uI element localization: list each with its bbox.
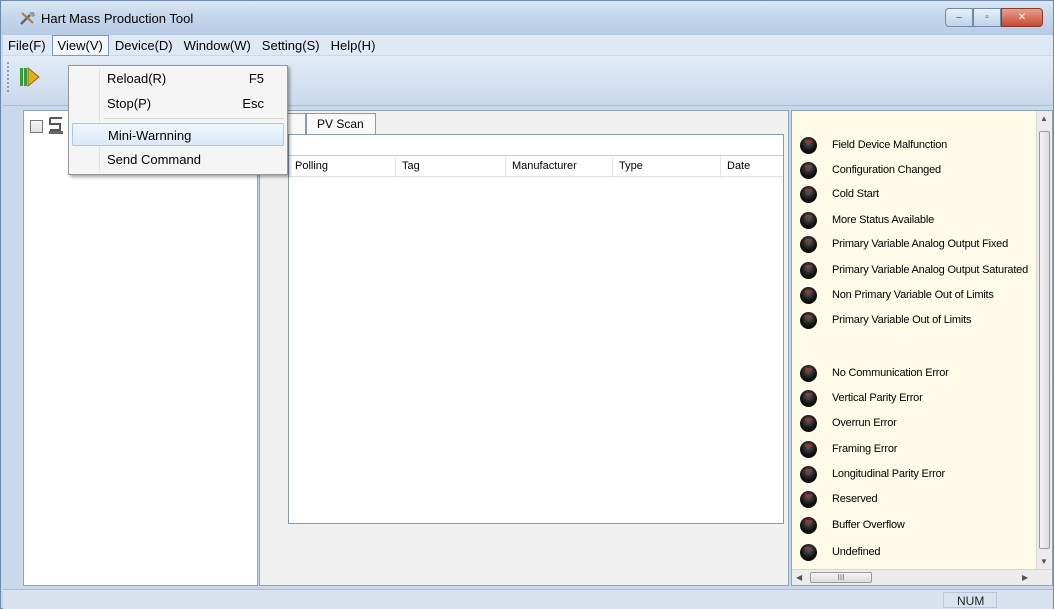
menu-help[interactable]: Help(H) xyxy=(326,36,381,55)
status-led-icon xyxy=(800,211,817,229)
tools-icon xyxy=(20,12,35,25)
menu-item-stop[interactable]: Stop(P) Esc xyxy=(72,92,284,115)
status-bar: NUM xyxy=(3,589,1053,609)
scroll-up-icon[interactable]: ▲ xyxy=(1040,114,1048,123)
status-led-icon xyxy=(800,440,817,458)
toolbar-grip[interactable] xyxy=(7,62,10,92)
status-led-icon xyxy=(800,185,817,203)
minimize-icon: – xyxy=(956,12,962,23)
status-item: Longitudinal Parity Error xyxy=(800,464,945,484)
column-polling[interactable]: Polling xyxy=(289,156,396,178)
menu-bar: File(F) View(V) Device(D) Window(W) Sett… xyxy=(3,34,1053,56)
status-item: Non Primary Variable Out of Limits xyxy=(800,285,994,305)
status-led-icon xyxy=(800,490,817,508)
maximize-icon: ▫ xyxy=(985,12,989,23)
status-item: No Communication Error xyxy=(800,363,949,383)
window-controls: – ▫ ✕ xyxy=(945,8,1043,27)
menu-view[interactable]: View(V) xyxy=(51,34,109,56)
close-icon: ✕ xyxy=(1017,12,1027,23)
window-title: Hart Mass Production Tool xyxy=(41,11,194,26)
status-led-icon xyxy=(800,311,817,329)
menu-separator xyxy=(104,118,284,119)
menu-device[interactable]: Device(D) xyxy=(110,36,178,55)
scroll-right-icon[interactable]: ▶ xyxy=(1022,573,1028,582)
status-item: Reserved xyxy=(800,489,878,509)
tab-strip: l PV Scan xyxy=(260,111,788,135)
column-tag[interactable]: Tag xyxy=(396,156,506,178)
menu-setting[interactable]: Setting(S) xyxy=(257,36,325,55)
status-led-icon xyxy=(800,389,817,407)
device-table: Polling Tag Manufacturer Type Date xyxy=(288,134,784,524)
status-led-icon xyxy=(800,136,817,154)
menu-item-mini-warning[interactable]: Mini-Warnning xyxy=(72,123,284,146)
app-window: Hart Mass Production Tool – ▫ ✕ File(F) … xyxy=(0,0,1054,609)
status-item: Buffer Overflow xyxy=(800,515,905,535)
scan-play-icon[interactable] xyxy=(17,64,43,90)
network-device-icon xyxy=(49,117,63,134)
status-led-icon xyxy=(800,235,817,253)
status-item: Primary Variable Analog Output Fixed xyxy=(800,234,1008,254)
device-tree-panel xyxy=(23,110,258,586)
status-item: Undefined xyxy=(800,542,881,562)
vertical-scrollbar[interactable]: ▲ ▼ xyxy=(1036,111,1052,571)
menu-file[interactable]: File(F) xyxy=(3,36,51,55)
status-led-icon xyxy=(800,414,817,432)
column-manufacturer[interactable]: Manufacturer xyxy=(506,156,613,178)
status-item: Field Device Malfunction xyxy=(800,135,947,155)
status-item: Cold Start xyxy=(800,184,879,204)
scroll-left-icon[interactable]: ◀ xyxy=(796,573,802,582)
status-led-icon xyxy=(800,161,817,179)
menu-window[interactable]: Window(W) xyxy=(179,36,256,55)
scroll-down-icon[interactable]: ▼ xyxy=(1040,557,1048,566)
horizontal-scrollbar[interactable]: ◀ III ▶ xyxy=(792,569,1052,585)
scan-panel: l PV Scan Polling Tag Manufacturer Type … xyxy=(259,110,789,586)
tab-pv-scan[interactable]: PV Scan xyxy=(306,113,376,135)
status-list: Field Device Malfunction Configuration C… xyxy=(792,111,1037,571)
status-item: Primary Variable Out of Limits xyxy=(800,310,971,330)
status-item: Configuration Changed xyxy=(800,160,941,180)
title-bar: Hart Mass Production Tool – ▫ ✕ xyxy=(1,1,1053,35)
status-item: More Status Available xyxy=(800,210,934,230)
menu-item-reload[interactable]: Reload(R) F5 xyxy=(72,67,284,90)
minimize-button[interactable]: – xyxy=(945,8,973,27)
close-button[interactable]: ✕ xyxy=(1001,8,1043,27)
status-led-icon xyxy=(800,465,817,483)
vertical-scroll-thumb[interactable] xyxy=(1039,131,1050,549)
status-item: Overrun Error xyxy=(800,413,897,433)
device-checkbox[interactable] xyxy=(30,120,43,133)
status-panel: Field Device Malfunction Configuration C… xyxy=(791,110,1053,586)
status-item: Primary Variable Analog Output Saturated xyxy=(800,260,1028,280)
status-item: Framing Error xyxy=(800,439,897,459)
status-item: Vertical Parity Error xyxy=(800,388,923,408)
view-menu-dropdown: Reload(R) F5 Stop(P) Esc Mini-Warnning S… xyxy=(68,65,288,175)
num-lock-indicator: NUM xyxy=(943,592,997,608)
status-led-icon xyxy=(800,516,817,534)
column-type[interactable]: Type xyxy=(613,156,721,178)
maximize-button[interactable]: ▫ xyxy=(973,8,1001,27)
horizontal-scroll-thumb[interactable]: III xyxy=(810,572,872,583)
status-led-icon xyxy=(800,261,817,279)
menu-item-send-command[interactable]: Send Command xyxy=(72,148,284,171)
status-led-icon xyxy=(800,364,817,382)
table-header: Polling Tag Manufacturer Type Date xyxy=(289,155,783,178)
status-led-icon xyxy=(800,286,817,304)
column-date[interactable]: Date xyxy=(721,156,783,178)
status-led-icon xyxy=(800,543,817,561)
